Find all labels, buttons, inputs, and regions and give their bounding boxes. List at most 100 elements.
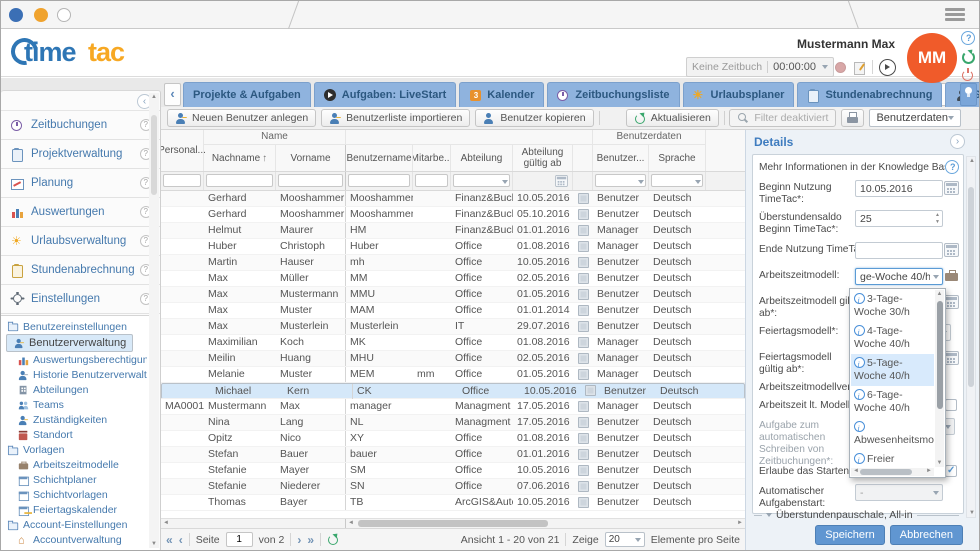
scroll-up-icon[interactable] bbox=[149, 94, 159, 100]
last-page-icon[interactable] bbox=[307, 534, 314, 546]
table-row[interactable]: Gerhard Mooshammer Mooshammer Finanz&Buc… bbox=[161, 207, 745, 223]
dropdown-vertical-scrollbar[interactable] bbox=[935, 290, 944, 467]
dropdown-horizontal-scrollbar[interactable] bbox=[851, 468, 934, 476]
row-settings-icon[interactable] bbox=[578, 193, 589, 204]
details-scrollbar[interactable] bbox=[966, 156, 976, 518]
column-header-personal[interactable]: Personal... bbox=[161, 130, 204, 171]
erlaube-starten-checkbox[interactable] bbox=[945, 465, 957, 477]
section-ueberstundenpauschale[interactable]: Überstundenpauschale, All-in bbox=[754, 509, 959, 521]
ende-nutzung-input[interactable] bbox=[855, 242, 943, 259]
avatar[interactable]: MM bbox=[907, 33, 957, 83]
tab[interactable]: Aufgaben: LiveStart bbox=[314, 82, 457, 107]
spinner-icons[interactable] bbox=[935, 212, 940, 225]
dropdown-option[interactable]: 4-Tage-Woche 40/h bbox=[851, 322, 934, 354]
chevron-down-icon[interactable] bbox=[822, 65, 828, 69]
refresh-icon[interactable] bbox=[961, 49, 975, 63]
cancel-button[interactable]: Abbrechen bbox=[890, 525, 963, 545]
import-user-list-button[interactable]: Benutzerliste importieren bbox=[321, 109, 470, 127]
dropdown-option[interactable]: Freier bbox=[851, 450, 934, 467]
sidebar-subitem[interactable]: Auswertungsberechtigungen bbox=[6, 353, 147, 368]
row-settings-icon[interactable] bbox=[578, 481, 589, 492]
save-button[interactable]: Speichern bbox=[815, 525, 885, 545]
table-row[interactable]: Melanie Muster MEM mm Office 01.05.2016 … bbox=[161, 367, 745, 383]
filter-nachname-input[interactable] bbox=[206, 174, 273, 187]
edit-booking-icon[interactable] bbox=[853, 61, 866, 74]
dropdown-option[interactable]: Abwesenheitsmo bbox=[851, 418, 934, 450]
chevron-down-icon[interactable] bbox=[638, 180, 644, 184]
page-size-select[interactable]: 20 bbox=[605, 532, 645, 547]
table-row[interactable]: Nina Lang NL Managment 17.05.2016 Benutz… bbox=[161, 415, 745, 431]
row-settings-icon[interactable] bbox=[578, 337, 589, 348]
row-settings-icon[interactable] bbox=[578, 321, 589, 332]
lightbulb-button[interactable] bbox=[960, 83, 977, 106]
dropdown-option[interactable]: 3-Tage-Woche 30/h bbox=[851, 290, 934, 322]
sidebar-subitem[interactable]: Standort bbox=[6, 428, 147, 443]
row-settings-icon[interactable] bbox=[578, 305, 589, 316]
tab[interactable]: Urlaubsplaner bbox=[683, 82, 795, 107]
scrollbar-thumb[interactable] bbox=[968, 187, 974, 387]
scroll-up-icon[interactable] bbox=[967, 158, 977, 164]
sidebar-subitem[interactable]: Multiuser bbox=[6, 548, 147, 551]
column-header-mitarbeiter[interactable]: Mitarbe... bbox=[413, 145, 451, 171]
table-row[interactable]: Stefan Bauer bauer Office 01.01.2016 Ben… bbox=[161, 447, 745, 463]
sidebar-subitem[interactable]: Schichtvorlagen bbox=[6, 488, 147, 503]
briefcase-icon[interactable] bbox=[944, 269, 959, 282]
help-icon[interactable] bbox=[961, 31, 975, 45]
sidebar-section[interactable]: Zeitbuchungen bbox=[1, 111, 160, 140]
table-row[interactable]: Maximilian Koch MK Office 01.08.2016 Man… bbox=[161, 335, 745, 351]
row-settings-icon[interactable] bbox=[578, 273, 589, 284]
table-row[interactable]: Meilin Huang MHU Office 02.05.2016 Manag… bbox=[161, 351, 745, 367]
row-settings-icon[interactable] bbox=[578, 257, 589, 268]
table-row[interactable]: MA0001 Mustermann Max manager Managment … bbox=[161, 399, 745, 415]
table-row[interactable]: Max Muster MAM Office 01.01.2014 Benutze… bbox=[161, 303, 745, 319]
sidebar-section[interactable]: Auswertungen bbox=[1, 198, 160, 227]
sidebar-section[interactable]: Projektverwaltung bbox=[1, 140, 160, 169]
refresh-icon[interactable] bbox=[327, 533, 340, 546]
table-row[interactable]: Thomas Bayer TB ArcGIS&AutoCAD 10.05.201… bbox=[161, 495, 745, 511]
start-timer-icon[interactable] bbox=[879, 59, 895, 75]
row-settings-icon[interactable] bbox=[585, 385, 596, 396]
autostart-combo[interactable] bbox=[855, 484, 943, 501]
first-page-icon[interactable] bbox=[166, 534, 173, 546]
scroll-left-icon[interactable] bbox=[163, 520, 169, 526]
new-user-button[interactable]: Neuen Benutzer anlegen bbox=[167, 109, 316, 127]
window-button-white[interactable] bbox=[57, 8, 71, 22]
table-row[interactable]: Michael Kern CK Office 10.05.2016 Benutz… bbox=[161, 383, 745, 399]
arbeitszeitmodell-combo[interactable] bbox=[855, 268, 943, 285]
time-tracking-widget[interactable]: Keine Zeitbuchung ... 00:00:00 bbox=[686, 57, 834, 77]
chevron-down-icon[interactable] bbox=[502, 180, 508, 184]
view-select[interactable]: Benutzerdaten bbox=[869, 109, 961, 127]
sidebar-subitem[interactable]: Accountverwaltung bbox=[6, 533, 147, 548]
copy-user-button[interactable]: Benutzer kopieren bbox=[475, 109, 593, 127]
table-row[interactable]: Max Müller MM Office 02.05.2016 Benutzer… bbox=[161, 271, 745, 287]
tab[interactable]: Kalender bbox=[459, 82, 544, 107]
sidebar-subitem[interactable]: Benutzerverwaltung bbox=[6, 334, 133, 352]
refresh-button[interactable]: Aktualisieren bbox=[626, 109, 719, 127]
calendar-icon[interactable] bbox=[555, 175, 568, 187]
row-settings-icon[interactable] bbox=[578, 209, 589, 220]
table-row[interactable]: Gerhard Mooshammer Mooshammer_... Finanz… bbox=[161, 191, 745, 207]
next-page-icon[interactable] bbox=[297, 534, 301, 546]
details-expand-button[interactable] bbox=[950, 134, 965, 149]
window-button-orange[interactable] bbox=[34, 8, 48, 22]
table-row[interactable]: Opitz Nico XY Office 01.08.2016 Benutzer… bbox=[161, 431, 745, 447]
row-settings-icon[interactable] bbox=[578, 369, 589, 380]
sidebar-subitem[interactable]: Feiertagskalender bbox=[6, 503, 147, 518]
sidebar-subitem[interactable]: Zuständigkeiten bbox=[6, 413, 147, 428]
window-button-blue[interactable] bbox=[9, 8, 23, 22]
column-header-benutzergruppe[interactable]: Benutzer... bbox=[593, 145, 649, 171]
submenu-scrollbar[interactable] bbox=[149, 93, 159, 548]
ueberstundensaldo-input[interactable] bbox=[855, 210, 943, 227]
scrollbar-thumb[interactable] bbox=[937, 301, 943, 409]
tab-scroll-left-button[interactable] bbox=[164, 83, 181, 106]
row-settings-icon[interactable] bbox=[578, 401, 589, 412]
column-header-abteilung[interactable]: Abteilung bbox=[451, 145, 513, 171]
table-row[interactable]: Max Mustermann MMU Office 01.05.2016 Ben… bbox=[161, 287, 745, 303]
sidebar-section[interactable]: Einstellungen bbox=[1, 285, 160, 314]
sidebar-subitem[interactable]: Teams bbox=[6, 398, 147, 413]
help-icon[interactable] bbox=[945, 160, 959, 174]
filter-personal-input[interactable] bbox=[163, 174, 201, 187]
scrollbar-thumb[interactable] bbox=[151, 115, 157, 195]
page-number-input[interactable] bbox=[226, 532, 253, 547]
previous-page-icon[interactable] bbox=[179, 534, 183, 546]
